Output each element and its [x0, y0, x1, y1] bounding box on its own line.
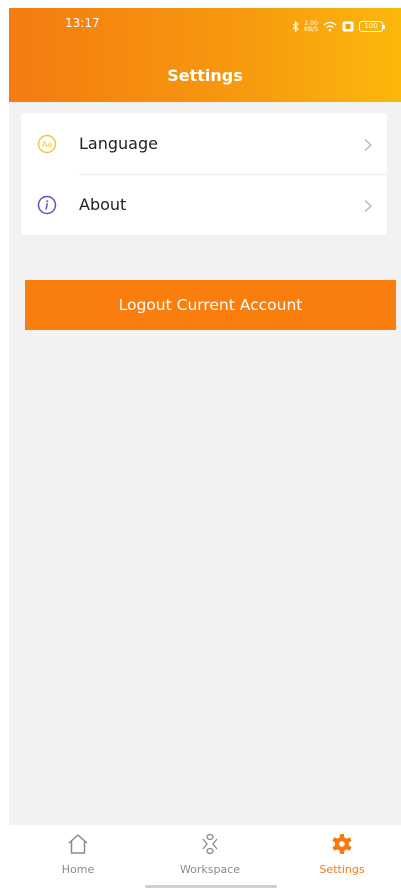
gear-icon: [330, 825, 354, 859]
settings-menu: Aa Language About: [21, 113, 387, 235]
tab-home[interactable]: Home: [23, 825, 133, 889]
menu-item-label: About: [79, 195, 127, 214]
status-icons: 2.00 KB/S 100: [292, 17, 385, 36]
tab-settings[interactable]: Settings: [287, 825, 397, 889]
language-icon: Aa: [37, 134, 57, 154]
header: 13:17 2.00 KB/S 100 Settings: [9, 8, 401, 102]
tab-label: Workspace: [179, 863, 241, 876]
svg-text:Aa: Aa: [42, 140, 52, 149]
logout-button[interactable]: Logout Current Account: [25, 280, 396, 330]
page-title: Settings: [167, 66, 243, 85]
menu-item-language[interactable]: Aa Language: [21, 113, 387, 174]
info-icon: [37, 195, 57, 215]
wifi-icon: [323, 17, 337, 36]
tab-workspace[interactable]: Workspace: [155, 825, 265, 889]
bluetooth-icon: [292, 17, 299, 36]
home-icon: [66, 825, 90, 859]
home-indicator: [145, 885, 277, 888]
menu-item-label: Language: [79, 134, 158, 153]
settings-screen: 13:17 2.00 KB/S 100 Settings Aa Language…: [9, 8, 401, 889]
status-time: 13:17: [65, 16, 100, 30]
bottom-tab-bar: Home Workspace Settings: [9, 825, 401, 889]
tab-label: Home: [61, 863, 95, 876]
chevron-right-icon: [363, 198, 373, 212]
chevron-right-icon: [363, 137, 373, 151]
workspace-icon: [198, 825, 222, 859]
sim-icon: [342, 17, 354, 36]
menu-item-about[interactable]: About: [21, 174, 387, 235]
net-speed: 2.00 KB/S: [304, 20, 318, 33]
status-bar: 13:17 2.00 KB/S 100: [9, 8, 401, 38]
battery-icon: 100: [359, 21, 385, 32]
tab-label: Settings: [319, 863, 365, 876]
net-speed-unit: KB/S: [304, 25, 318, 33]
